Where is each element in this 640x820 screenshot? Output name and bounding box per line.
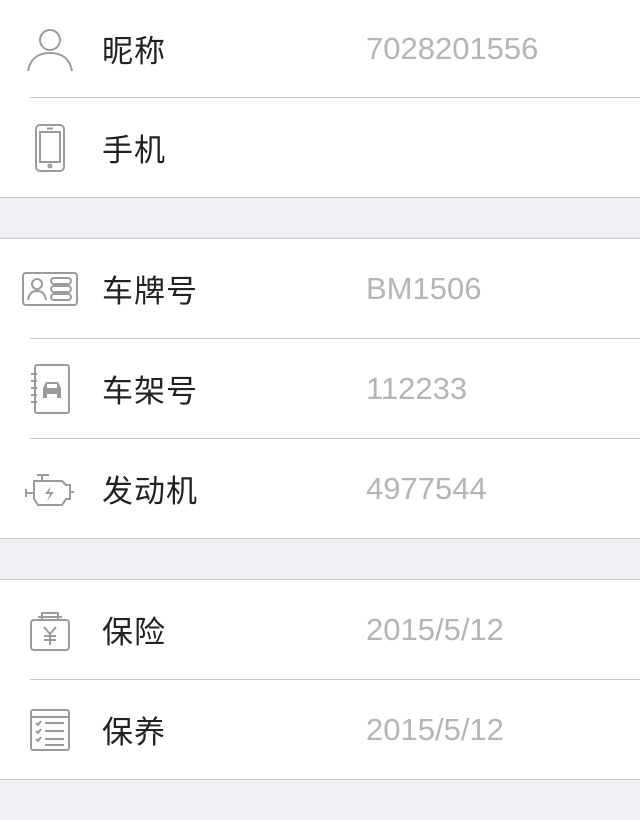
- yuan-bag-icon: [22, 602, 78, 658]
- vin-label: 车架号: [102, 374, 198, 410]
- profile-group: 昵称 7028201556 手机: [0, 0, 640, 198]
- vehicle-group: 车牌号 BM1506 车架号 112233 发动机 4977544: [0, 238, 640, 539]
- plate-value: BM1506: [366, 270, 482, 306]
- engine-icon: [22, 461, 78, 517]
- insurance-row[interactable]: 保险 2015/5/12: [0, 580, 640, 679]
- vin-row[interactable]: 车架号 112233: [0, 338, 640, 438]
- phone-icon: [22, 120, 78, 176]
- maintenance-label: 保养: [102, 715, 166, 751]
- nickname-row[interactable]: 昵称 7028201556: [0, 0, 640, 97]
- engine-label: 发动机: [102, 474, 198, 510]
- nickname-label: 昵称: [102, 34, 166, 70]
- vin-value: 112233: [366, 370, 468, 406]
- maintenance-row[interactable]: 保养 2015/5/12: [0, 679, 640, 779]
- plate-label: 车牌号: [102, 274, 198, 310]
- car-notebook-icon: [22, 361, 78, 417]
- insurance-label: 保险: [102, 615, 166, 651]
- engine-row[interactable]: 发动机 4977544: [0, 438, 640, 538]
- plate-row[interactable]: 车牌号 BM1506: [0, 239, 640, 338]
- phone-row[interactable]: 手机: [0, 97, 640, 197]
- settings-page: 昵称 7028201556 手机 车牌号 BM1506 车架号 112233 发…: [0, 0, 640, 820]
- engine-value: 4977544: [366, 470, 487, 506]
- service-group: 保险 2015/5/12 保养 2015/5/12: [0, 579, 640, 780]
- maintenance-value: 2015/5/12: [366, 711, 504, 747]
- id-card-icon: [22, 261, 78, 317]
- checklist-icon: [22, 702, 78, 758]
- nickname-value: 7028201556: [366, 30, 539, 66]
- phone-label: 手机: [102, 133, 166, 169]
- person-icon: [22, 21, 78, 77]
- insurance-value: 2015/5/12: [366, 611, 504, 647]
